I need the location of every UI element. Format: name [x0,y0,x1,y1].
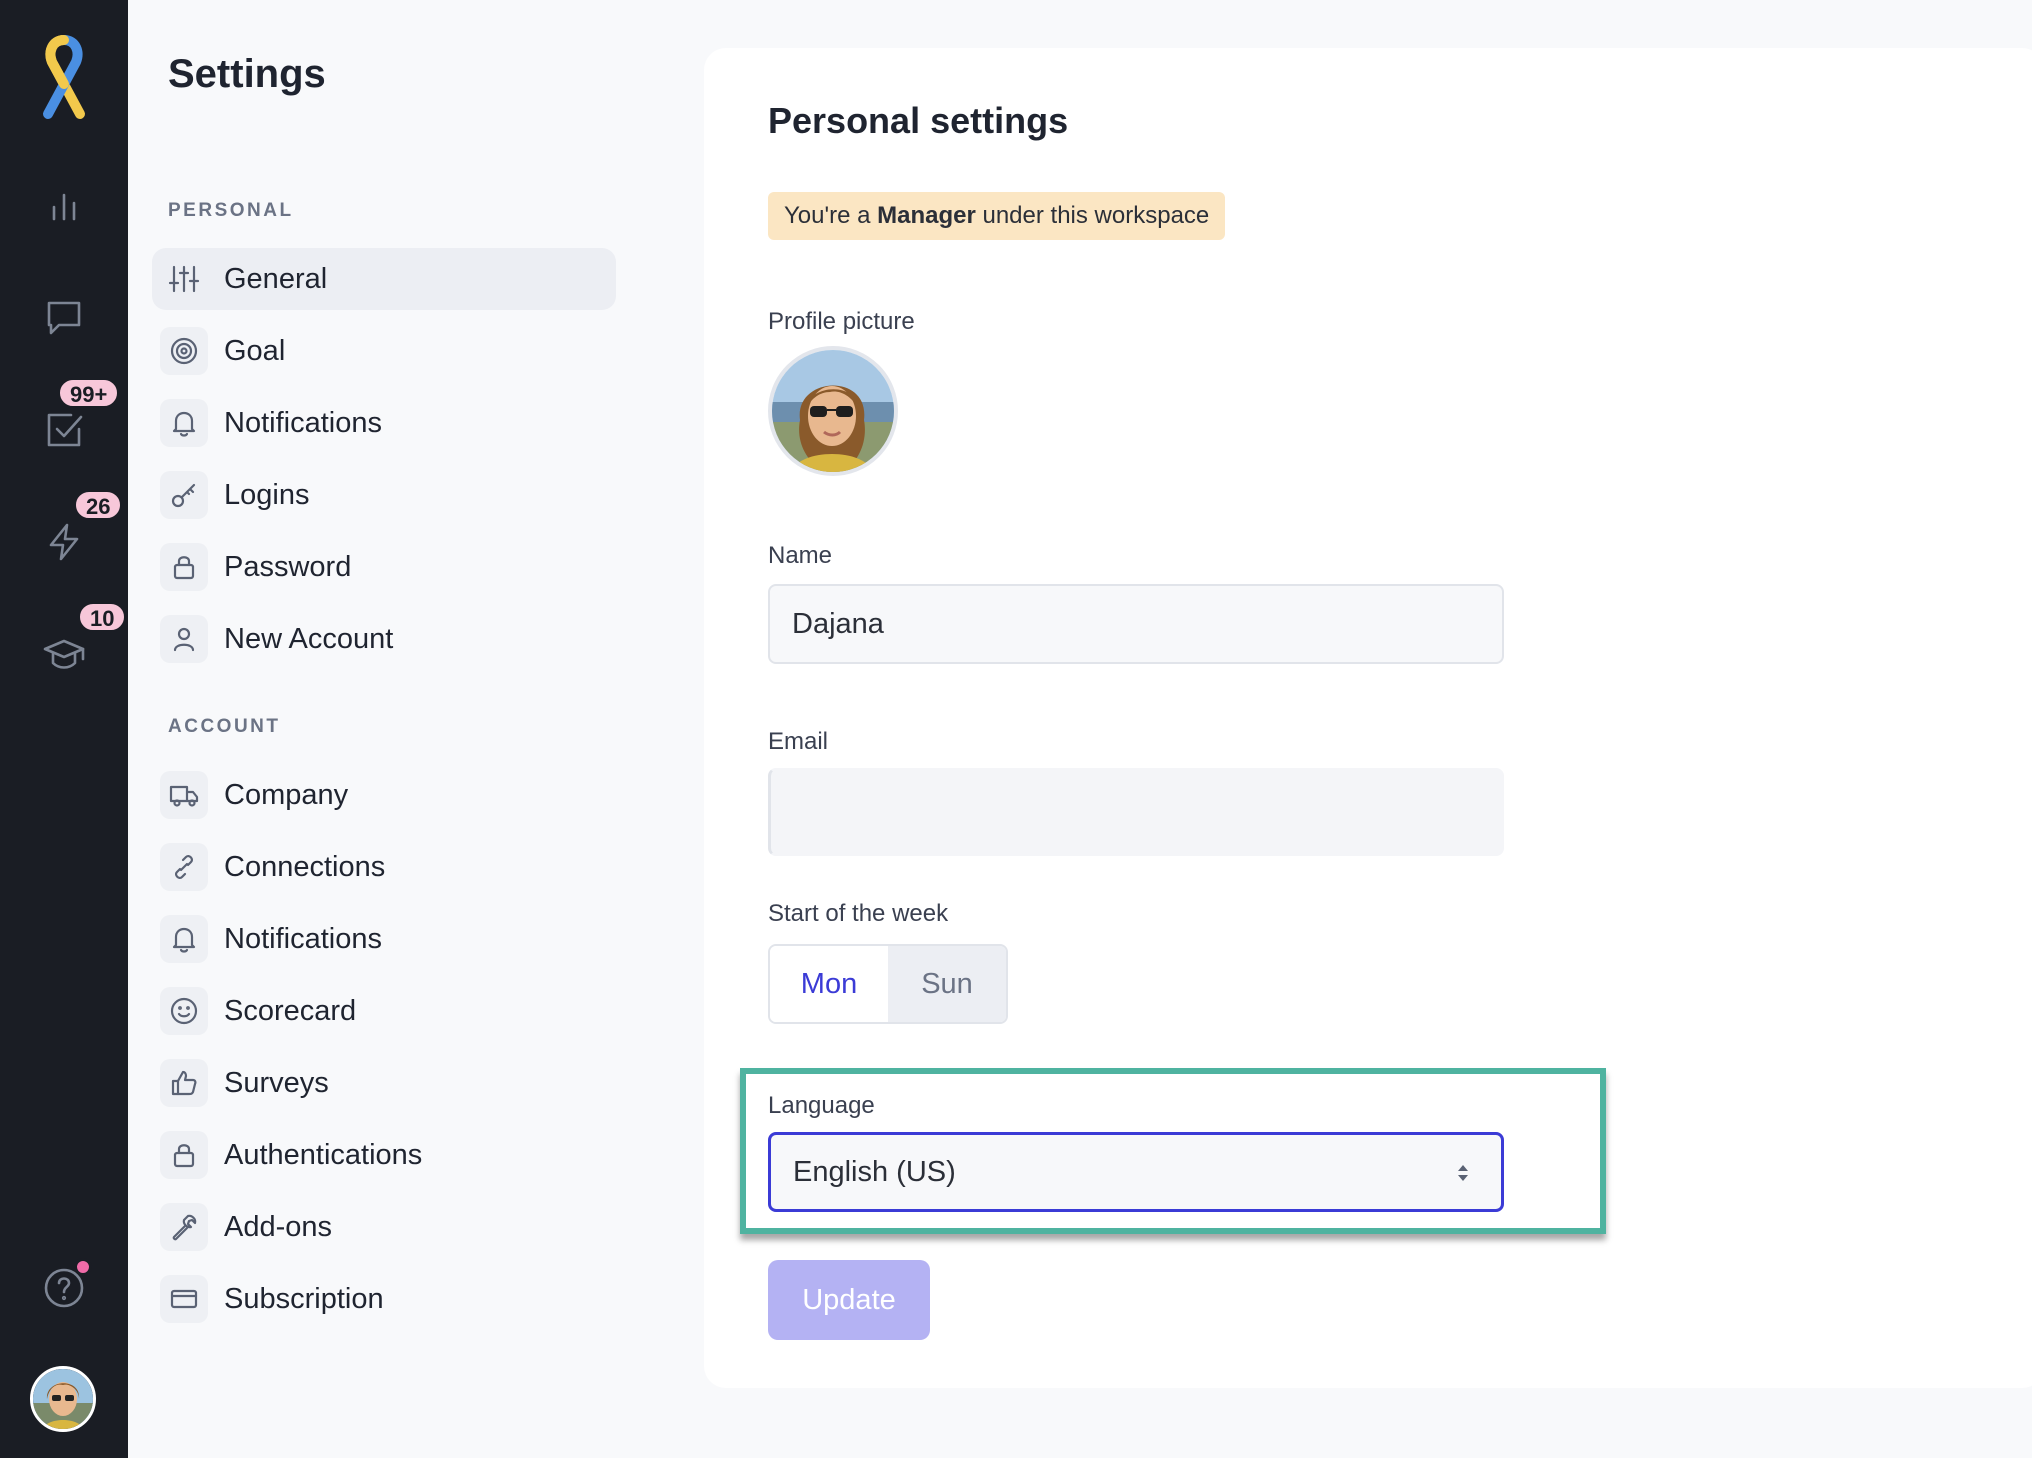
email-label: Email [768,728,829,755]
sidebar-item-label: New Account [224,622,394,655]
sidebar-item-label: Authentications [224,1138,423,1171]
account-section-label: ACCOUNT [168,716,281,737]
sidebar-item-label: Subscription [224,1282,384,1315]
thumbs-up-icon [160,1059,208,1107]
update-button[interactable]: Update [768,1260,930,1340]
profile-picture[interactable] [768,346,898,476]
link-icon [160,843,208,891]
lock-icon [160,1131,208,1179]
sidebar-item-account-notifications[interactable]: Notifications [152,908,616,970]
sidebar-item-new-account[interactable]: New Account [152,608,616,670]
sidebar-item-add-ons[interactable]: Add-ons [152,1196,616,1258]
sidebar-item-logins[interactable]: Logins [152,464,616,526]
sidebar-item-label: General [224,262,328,295]
help-notification-dot [74,1258,92,1276]
sidebar-item-label: Connections [224,850,386,883]
lightning-icon[interactable] [34,512,94,572]
role-suffix: under this workspace [975,202,1210,229]
sidebar-item-goal[interactable]: Goal [152,320,616,382]
role-name: Manager [877,202,976,229]
learning-badge: 10 [78,602,127,632]
language-select-value: English (US) [793,1156,956,1188]
sidebar-item-label: Goal [224,334,286,367]
sidebar-item-notifications[interactable]: Notifications [152,392,616,454]
email-input[interactable] [768,768,1504,856]
graduation-cap-icon[interactable] [34,624,94,684]
user-avatar[interactable] [30,1366,96,1432]
truck-icon [160,771,208,819]
language-select[interactable]: English (US) [768,1132,1504,1212]
bell-icon [160,915,208,963]
sidebar-item-password[interactable]: Password [152,536,616,598]
sidebar-item-label: Scorecard [224,994,357,1027]
chat-icon[interactable] [34,288,94,348]
profile-picture-label: Profile picture [768,308,915,335]
tasks-badge: 99+ [58,378,120,408]
sidebar-item-general[interactable]: General [152,248,616,310]
role-prefix: You're a [784,202,878,229]
role-banner: You're a Manager under this workspace [768,192,1226,240]
activity-badge: 26 [74,490,123,520]
name-input[interactable]: Dajana [768,584,1504,664]
select-arrows-icon [1458,1165,1468,1181]
sidebar-item-label: Add-ons [224,1210,333,1243]
target-icon [160,327,208,375]
sliders-icon [160,255,208,303]
sidebar-item-scorecard[interactable]: Scorecard [152,980,616,1042]
week-start-toggle: Mon Sun [768,944,1008,1024]
wrench-icon [160,1203,208,1251]
language-label: Language [768,1092,875,1119]
sidebar-item-label: Surveys [224,1066,329,1099]
bell-icon [160,399,208,447]
ribbon-logo-icon[interactable] [24,30,104,124]
card-anchor [704,0,705,1]
personal-section-label: PERSONAL [168,200,294,221]
lock-icon [160,543,208,591]
user-icon [160,615,208,663]
sidebar-item-surveys[interactable]: Surveys [152,1052,616,1114]
sidebar-item-connections[interactable]: Connections [152,836,616,898]
key-icon [160,471,208,519]
name-label: Name [768,542,833,569]
sidebar-item-label: Notifications [224,406,382,439]
sidebar-item-company[interactable]: Company [152,764,616,826]
week-start-label: Start of the week [768,900,949,927]
credit-card-icon [160,1275,208,1323]
sidebar-item-authentications[interactable]: Authentications [152,1124,616,1186]
card-title: Personal settings [768,100,1069,141]
page-title: Settings [168,52,326,96]
sidebar-item-subscription[interactable]: Subscription [152,1268,616,1330]
smile-icon [160,987,208,1035]
week-start-mon-option[interactable]: Mon [770,946,888,1022]
analytics-icon[interactable] [34,178,94,238]
app-rail: 99+ 26 10 [0,0,128,1458]
sidebar-item-label: Logins [224,478,310,511]
sidebar-item-label: Company [224,778,349,811]
sidebar-item-label: Password [224,550,352,583]
sidebar-item-label: Notifications [224,922,382,955]
week-start-sun-option[interactable]: Sun [888,946,1006,1022]
